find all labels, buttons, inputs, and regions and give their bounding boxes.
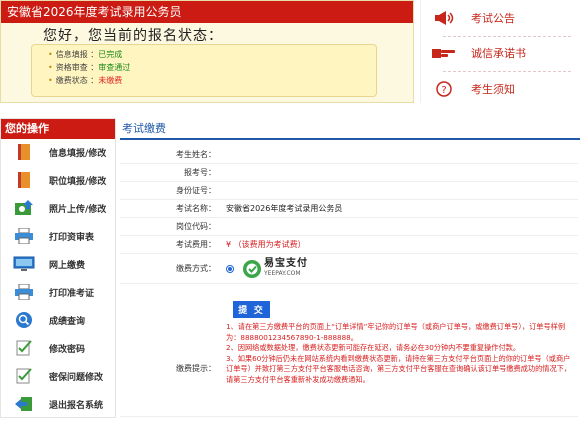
menu-label: 打印准考证 [49, 288, 95, 299]
tip-item: 2、因网络或数据处理，缴费状态更新可能存在延迟，请务必在30分钟内不要重复操作付… [226, 343, 521, 352]
yeepay-brand-cn: 易宝支付 [264, 257, 308, 269]
menu-item-photo-upload[interactable]: 照片上传/修改 [1, 195, 117, 221]
menu-header: 您的操作 [1, 119, 115, 139]
operations-menu: 您的操作 信息填报/修改 职位填报/修改 照片上传/修改 打印资审表 网上缴费 … [0, 118, 116, 418]
field-row-exam-name: 考试名称： 安徽省2026年度考试录用公务员 [120, 200, 578, 218]
yeepay-brand-en: YEEPAY.COM [264, 269, 301, 277]
tip-item: 3、如果60分钟后仍未在网站系统内看到缴费状态更新，请持在第三方支付平台页面上的… [226, 353, 572, 384]
submit-button[interactable]: 提 交 [233, 301, 270, 318]
payment-method-radio[interactable] [226, 264, 234, 273]
status-summary-box: • 信息填报 ：已完成 • 资格审查 ：审查通过 • 缴费状态 ：未缴费 [31, 44, 377, 97]
status-value: 已完成 [98, 50, 123, 59]
menu-item-position-edit[interactable]: 职位填报/修改 [1, 167, 117, 193]
printer-icon [11, 227, 37, 245]
svg-text:?: ? [441, 85, 446, 96]
field-label: 岗位代码： [176, 222, 216, 231]
bullet-icon: • [48, 76, 53, 85]
payment-panel: 考试缴费 考生姓名： 报考号： 身份证号： 考试名称： 安徽省2026年度考试录… [120, 118, 580, 423]
menu-label: 密保问题修改 [49, 372, 104, 383]
menu-item-change-password[interactable]: 修改密码 [1, 335, 117, 361]
field-label: 缴费方式： [176, 264, 216, 273]
notice-label: 诚信承诺书 [471, 47, 526, 60]
field-row-payment-method: 缴费方式： 易宝支付 YEEPAY.COM [120, 254, 578, 284]
notice-label: 考生须知 [471, 83, 515, 96]
tips-label: 缴费提示： [176, 363, 216, 373]
monitor-icon [11, 255, 37, 273]
megaphone-icon [429, 10, 459, 26]
field-row-position-code: 岗位代码： [120, 218, 578, 236]
menu-label: 成绩查询 [49, 316, 86, 327]
field-row-fee: 考试费用： ¥ （该费用为考试费） [120, 236, 578, 254]
menu-label: 打印资审表 [49, 232, 95, 243]
field-label: 报考号： [184, 168, 216, 177]
menu-label: 信息填报/修改 [49, 148, 107, 159]
payment-tips: 1、请在第三方缴费平台的页面上“订单详情”牢记你的订单号（或商户订单号，或缴费订… [220, 320, 578, 416]
field-label: 考生姓名： [176, 150, 216, 159]
payment-tips-row: 缴费提示： 1、请在第三方缴费平台的页面上“订单详情”牢记你的订单号（或商户订单… [120, 320, 578, 417]
book-icon [11, 143, 37, 161]
yeepay-logo-icon [243, 259, 261, 278]
field-value: 安徽省2026年度考试录用公务员 [226, 204, 343, 213]
status-label: 资格审查 ： [55, 63, 99, 72]
greeting-text: 您好，您当前的报名状态： [43, 28, 223, 44]
menu-item-print-review-form[interactable]: 打印资审表 [1, 223, 117, 249]
divider [443, 71, 571, 72]
status-panel: 安徽省2026年度考试录用公务员 您好，您当前的报名状态： • 信息填报 ：已完成… [0, 0, 414, 103]
menu-label: 照片上传/修改 [49, 204, 107, 215]
page-title: 考试缴费 [120, 118, 580, 140]
printer-icon [11, 283, 37, 301]
field-label: 考试名称： [176, 204, 216, 213]
status-row-info: • 信息填报 ：已完成 [48, 48, 376, 61]
notice-link-guide[interactable]: ? 考生须知 [421, 78, 515, 100]
field-row-name: 考生姓名： [120, 146, 578, 164]
menu-label: 网上缴费 [49, 260, 86, 271]
menu-label: 修改密码 [49, 344, 86, 355]
search-icon [11, 311, 37, 329]
field-label: 考试费用： [176, 240, 216, 249]
status-value: 未缴费 [98, 76, 123, 85]
field-row-exam-number: 报考号： [120, 164, 578, 182]
edit-checklist-icon [11, 367, 37, 385]
status-row-review: • 资格审查 ：审查通过 [48, 61, 376, 74]
menu-item-security-question[interactable]: 密保问题修改 [1, 363, 117, 389]
question-circle-icon: ? [429, 81, 459, 97]
notice-link-announcement[interactable]: 考试公告 [421, 7, 515, 29]
status-row-payment: • 缴费状态 ：未缴费 [48, 74, 376, 87]
status-label: 缴费状态 ： [55, 76, 99, 85]
bullet-icon: • [48, 63, 53, 72]
menu-item-online-payment[interactable]: 网上缴费 [1, 251, 117, 277]
edit-checklist-icon [11, 339, 37, 357]
menu-item-print-admission-ticket[interactable]: 打印准考证 [1, 279, 117, 305]
exit-icon [11, 395, 37, 413]
fee-value: ¥ （该费用为考试费） [226, 240, 306, 249]
menu-item-score-query[interactable]: 成绩查询 [1, 307, 117, 333]
menu-label: 职位填报/修改 [49, 176, 107, 187]
menu-label: 退出报名系统 [49, 400, 104, 411]
field-label: 身份证号： [176, 186, 216, 195]
yeepay-logo[interactable]: 易宝支付 YEEPAY.COM [242, 257, 308, 279]
tip-item: 1、请在第三方缴费平台的页面上“订单详情”牢记你的订单号（或商户订单号，或缴费订… [226, 322, 566, 342]
menu-item-info-edit[interactable]: 信息填报/修改 [1, 139, 117, 165]
book-icon [11, 171, 37, 189]
bullet-icon: • [48, 50, 53, 59]
payment-method-option[interactable]: 易宝支付 YEEPAY.COM [220, 257, 578, 279]
photo-upload-icon [11, 199, 37, 217]
divider [443, 36, 571, 37]
notice-link-pledge[interactable]: 诚信承诺书 [421, 42, 526, 64]
status-value: 审查通过 [98, 63, 131, 72]
notice-panel: 考试公告 诚信承诺书 ? 考生须知 [420, 0, 580, 103]
pointing-hand-icon [429, 46, 459, 60]
menu-item-logout[interactable]: 退出报名系统 [1, 391, 117, 417]
notice-label: 考试公告 [471, 12, 515, 25]
status-label: 信息填报 ： [55, 50, 99, 59]
status-header: 安徽省2026年度考试录用公务员 [1, 1, 413, 23]
field-row-id-number: 身份证号： [120, 182, 578, 200]
